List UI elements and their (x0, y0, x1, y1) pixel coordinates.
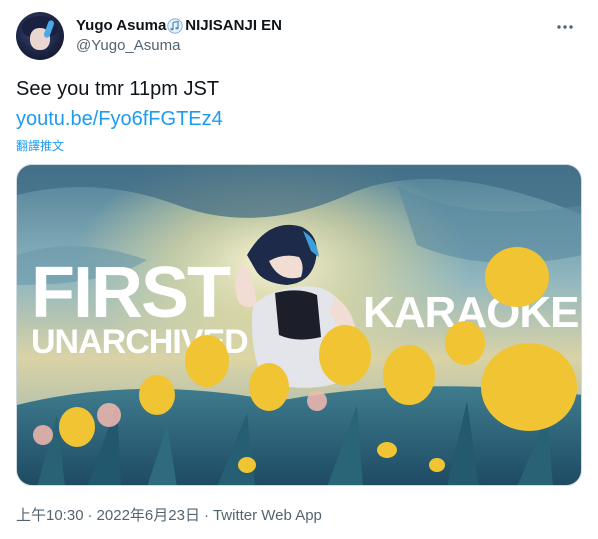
separator: · (203, 507, 209, 524)
tweet-time[interactable]: 上午10:30 (16, 507, 84, 524)
tweet-source[interactable]: Twitter Web App (213, 507, 322, 524)
translate-tweet-link[interactable]: 翻譯推文 (16, 137, 64, 154)
tweet-header: Yugo Asuma NIJISANJI EN @Yugo_Asuma (16, 12, 582, 60)
author-names: Yugo Asuma NIJISANJI EN @Yugo_Asuma (76, 16, 282, 56)
display-name[interactable]: Yugo Asuma NIJISANJI EN (76, 16, 282, 36)
more-options-button[interactable] (548, 12, 582, 46)
display-name-prefix: Yugo Asuma (76, 17, 167, 34)
user-handle[interactable]: @Yugo_Asuma (76, 36, 282, 56)
music-note-icon (167, 18, 183, 34)
media-title-line1: FIRST (31, 253, 231, 333)
tweet-media-image[interactable]: FIRST UNARCHIVED KARAOKE (16, 164, 582, 486)
tweet-timestamp: 上午10:30 · 2022年6月23日 · Twitter Web App (16, 504, 322, 525)
separator: · (87, 507, 93, 524)
display-name-suffix: NIJISANJI EN (185, 17, 282, 34)
tweet-date[interactable]: 2022年6月23日 (97, 507, 200, 524)
more-horizontal-icon (555, 17, 575, 42)
avatar[interactable] (16, 12, 64, 60)
tweet-card: Yugo Asuma NIJISANJI EN @Yugo_Asuma See … (0, 0, 598, 539)
tweet-link[interactable]: youtu.be/Fyo6fFGTEz4 (16, 106, 223, 132)
tweet-text: See you tmr 11pm JST (16, 78, 220, 100)
